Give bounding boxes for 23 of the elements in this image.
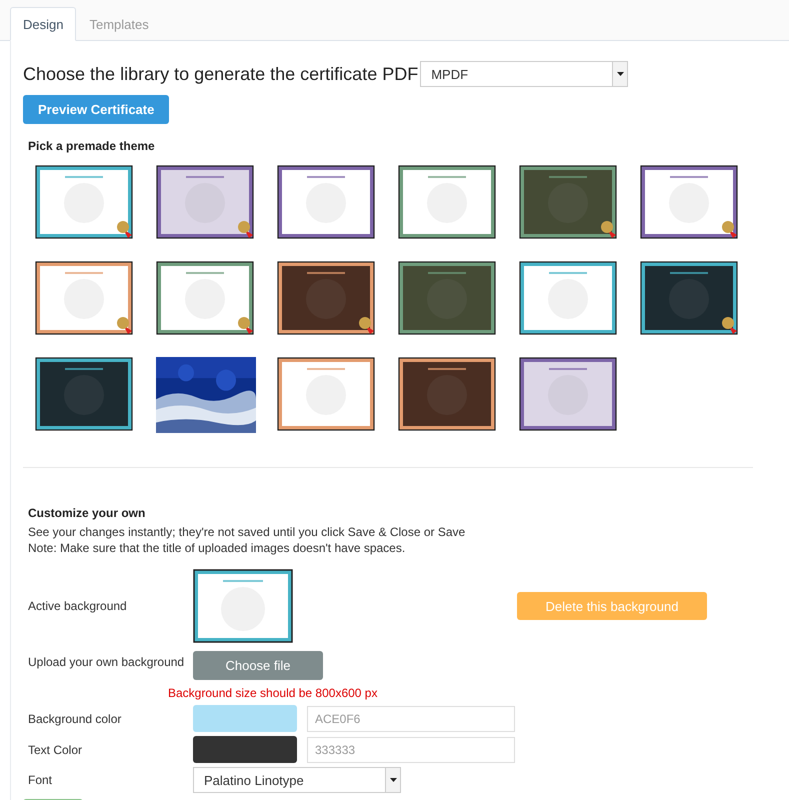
field-label: Text Color: [28, 742, 84, 756]
field-label: Upload your own background: [28, 654, 186, 668]
field-label: Font: [28, 773, 54, 787]
color-swatch[interactable]: [193, 736, 297, 763]
preview-button[interactable]: Preview Certificate: [23, 95, 170, 124]
section-heading: Customize your own: [28, 506, 146, 520]
note-text: Note: Make sure that the title of uploaded images doesn't have spaces.: [28, 541, 406, 555]
hex-input[interactable]: 333333: [307, 736, 515, 762]
tab[interactable]: Design: [10, 7, 76, 41]
size-hint: Background size should be 800x600 px: [168, 686, 378, 700]
font-select[interactable]: Palatino Linotype: [193, 767, 401, 793]
color-swatch[interactable]: [193, 705, 297, 732]
caret-icon: [390, 778, 396, 782]
section-heading: Pick a premade theme: [28, 139, 156, 153]
hex-input[interactable]: ACE0F6: [307, 706, 515, 732]
field-label: Background color: [28, 712, 122, 726]
field-label: Active background: [28, 599, 128, 613]
library-select[interactable]: MPDF: [420, 61, 628, 87]
note-text: See your changes instantly; they're not saved until you click Save & Close or Save: [28, 525, 466, 539]
choose-file-button[interactable]: Choose file: [193, 651, 323, 680]
library-label: Choose the library to generate the certificate PDF: [23, 64, 418, 84]
caret-icon: [616, 72, 624, 76]
tab[interactable]: Templates: [76, 7, 162, 41]
